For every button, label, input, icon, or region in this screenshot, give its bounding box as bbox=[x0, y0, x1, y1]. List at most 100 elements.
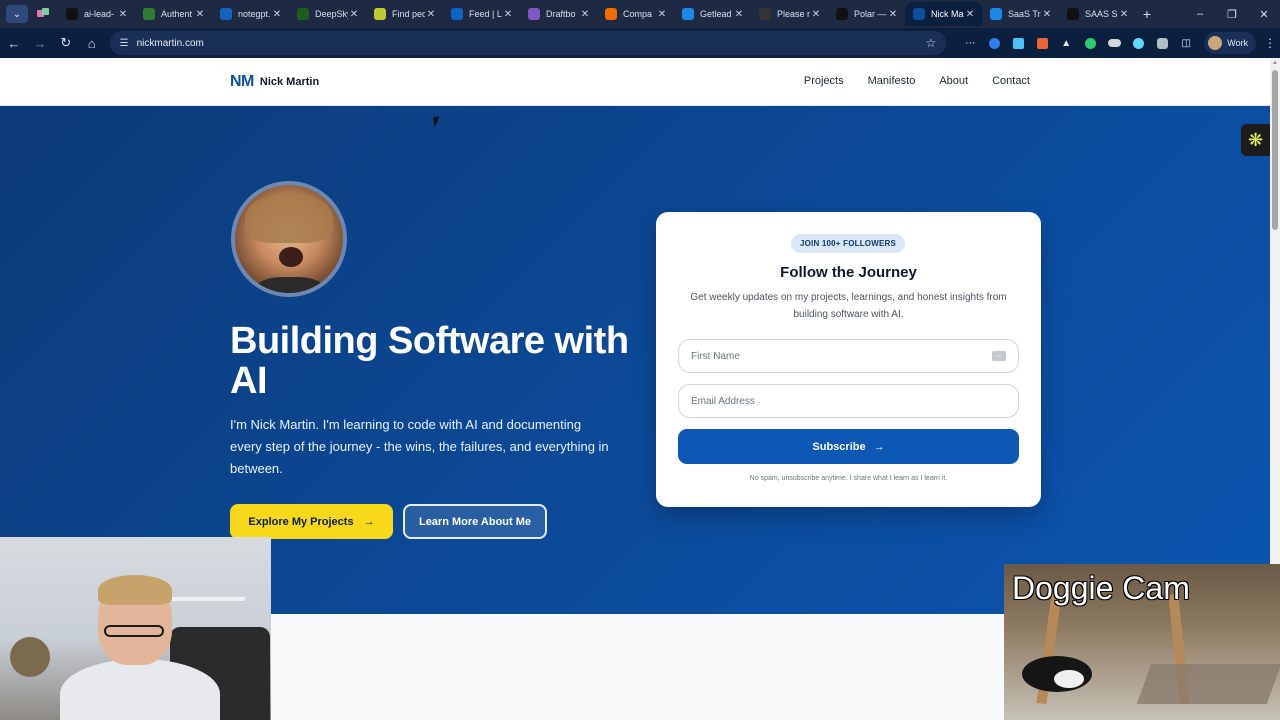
browser-tab[interactable]: Find pec ✕ bbox=[366, 2, 443, 26]
profile-label: Work bbox=[1227, 38, 1249, 48]
close-tab-icon[interactable]: ✕ bbox=[502, 9, 514, 20]
browser-tab[interactable]: Compa ✕ bbox=[597, 2, 674, 26]
first-name-field[interactable]: First Name ⋯ bbox=[678, 339, 1019, 373]
tab-group-icon[interactable] bbox=[34, 5, 52, 23]
subscribe-button[interactable]: Subscribe → bbox=[678, 429, 1019, 464]
arrow-icon bbox=[990, 8, 1002, 20]
close-tab-icon[interactable]: ✕ bbox=[425, 9, 437, 20]
close-tab-icon[interactable]: ✕ bbox=[733, 9, 745, 20]
nav-link-projects[interactable]: Projects bbox=[804, 75, 844, 87]
tab-title: DeepSky bbox=[315, 9, 348, 19]
g-icon bbox=[682, 8, 694, 20]
window-controls: – ❐ ✕ bbox=[1184, 0, 1280, 28]
scroll-up-icon[interactable]: ▲ bbox=[1272, 60, 1278, 66]
extension-blue-circle-icon[interactable] bbox=[984, 33, 1004, 53]
profile-avatar bbox=[1208, 36, 1223, 50]
browser-tab[interactable]: DeepSky ✕ bbox=[289, 2, 366, 26]
close-tab-icon[interactable]: ✕ bbox=[656, 9, 668, 20]
close-tab-icon[interactable]: ✕ bbox=[810, 9, 822, 20]
tab-title: Authent bbox=[161, 9, 193, 19]
browser-tab[interactable]: SaaS Tra✕ bbox=[982, 2, 1059, 26]
tab-search-chevron-icon[interactable]: ⌄ bbox=[6, 5, 28, 23]
close-tab-icon[interactable]: ✕ bbox=[348, 9, 360, 20]
extensions-row: ⋯ ▲ ◫ bbox=[960, 33, 1196, 53]
email-field[interactable]: Email Address bbox=[678, 384, 1019, 418]
browser-tab[interactable]: ai-lead- ✕ bbox=[58, 2, 135, 26]
email-placeholder: Email Address bbox=[691, 395, 755, 407]
bookmark-star-icon[interactable]: ☆ bbox=[925, 36, 936, 50]
home-icon[interactable]: ⌂ bbox=[80, 31, 104, 55]
chart-icon bbox=[297, 8, 309, 20]
browser-tab[interactable]: Getlead ✕ bbox=[674, 2, 751, 26]
logo-mark: NM bbox=[230, 73, 254, 90]
close-tab-icon[interactable]: ✕ bbox=[271, 9, 283, 20]
tab-title: ai-lead- bbox=[84, 9, 115, 19]
learn-more-label: Learn More About Me bbox=[418, 515, 532, 528]
browser-tab[interactable]: SAAS Si ✕ bbox=[1059, 2, 1136, 26]
tab-title: Compa bbox=[623, 9, 653, 19]
webcam-overlay bbox=[0, 537, 271, 720]
browser-tab[interactable]: notegpt. ✕ bbox=[212, 2, 289, 26]
extension-key-icon[interactable] bbox=[1008, 33, 1028, 53]
close-tab-icon[interactable]: ✕ bbox=[1041, 9, 1053, 20]
tab-title: Nick Ma bbox=[931, 9, 964, 19]
nav-link-about[interactable]: About bbox=[939, 75, 968, 87]
nav-link-contact[interactable]: Contact bbox=[992, 75, 1030, 87]
scrollbar-thumb[interactable] bbox=[1272, 70, 1278, 230]
forward-arrow-icon[interactable]: → bbox=[28, 31, 52, 55]
close-tab-icon[interactable]: ✕ bbox=[1118, 9, 1130, 20]
tab-title: Please r bbox=[777, 9, 810, 19]
grid-icon bbox=[374, 8, 386, 20]
browser-tab[interactable]: Feed | Li ✕ bbox=[443, 2, 520, 26]
subscribe-label: Subscribe bbox=[812, 440, 866, 453]
site-logo[interactable]: NM Nick Martin bbox=[230, 73, 319, 91]
newsletter-card: JOIN 100+ FOLLOWERS Follow the Journey G… bbox=[656, 212, 1041, 507]
extension-a-icon[interactable]: ▲ bbox=[1056, 33, 1076, 53]
profile-button[interactable]: Work bbox=[1204, 32, 1257, 54]
reload-icon[interactable]: ↻ bbox=[54, 31, 78, 55]
hero-title: Building Software with AI bbox=[230, 320, 629, 402]
close-tab-icon[interactable]: ✕ bbox=[579, 9, 591, 20]
back-arrow-icon[interactable]: ← bbox=[2, 31, 26, 55]
close-tab-icon[interactable]: ✕ bbox=[194, 9, 206, 20]
explore-projects-label: Explore My Projects bbox=[248, 515, 354, 528]
tab-title: SaaS Tra bbox=[1008, 9, 1041, 19]
url-text[interactable]: nickmartin.com bbox=[137, 38, 926, 49]
close-tab-icon[interactable]: ✕ bbox=[887, 9, 899, 20]
arrow-right-icon: → bbox=[363, 515, 375, 528]
close-window-button[interactable]: ✕ bbox=[1248, 8, 1280, 21]
extension-dots-icon[interactable]: ⋯ bbox=[960, 33, 980, 53]
globe-icon bbox=[220, 8, 232, 20]
extension-green-g-icon[interactable] bbox=[1080, 33, 1100, 53]
address-bar[interactable]: ☰ nickmartin.com ☆ bbox=[109, 31, 947, 55]
browser-tab[interactable]: Please r ✕ bbox=[751, 2, 828, 26]
browser-tab[interactable]: Nick Ma ✕ bbox=[905, 2, 982, 26]
password-manager-icon[interactable]: ⋯ bbox=[992, 351, 1006, 361]
extension-toggle-icon[interactable] bbox=[1104, 33, 1124, 53]
extension-fox-icon[interactable] bbox=[1032, 33, 1052, 53]
extension-react-icon[interactable] bbox=[1128, 33, 1148, 53]
site-settings-icon[interactable]: ☰ bbox=[120, 38, 129, 49]
learn-more-button[interactable]: Learn More About Me bbox=[403, 504, 547, 539]
site-nav: Projects Manifesto About Contact bbox=[804, 75, 1030, 87]
floating-widget-asterisk-icon[interactable]: ❋ bbox=[1241, 124, 1270, 156]
close-tab-icon[interactable]: ✕ bbox=[964, 9, 976, 20]
browser-tab[interactable]: Draftbo ✕ bbox=[520, 2, 597, 26]
browser-tab[interactable]: Polar — ✕ bbox=[828, 2, 905, 26]
extension-camera-icon[interactable] bbox=[1152, 33, 1172, 53]
logo-name: Nick Martin bbox=[259, 76, 320, 88]
restore-button[interactable]: ❐ bbox=[1216, 8, 1248, 21]
browser-tab[interactable]: Authent ✕ bbox=[135, 2, 212, 26]
triangle-icon bbox=[66, 8, 78, 20]
newsletter-note: No spam, unsubscribe anytime. I share wh… bbox=[749, 475, 948, 482]
new-tab-button[interactable]: + bbox=[1136, 6, 1158, 22]
tab-title: Getlead bbox=[700, 9, 732, 19]
extensions-puzzle-icon[interactable]: ◫ bbox=[1176, 33, 1196, 53]
arrow-right-icon: → bbox=[873, 440, 885, 453]
explore-projects-button[interactable]: Explore My Projects → bbox=[230, 504, 393, 539]
close-tab-icon[interactable]: ✕ bbox=[117, 9, 129, 20]
browser-menu-icon[interactable]: ⋮ bbox=[1260, 36, 1280, 50]
browser-tab-strip: ⌄ ai-lead- ✕ Authent ✕ notegpt. ✕ DeepSky ✕ Find… bbox=[0, 0, 1280, 28]
nav-link-manifesto[interactable]: Manifesto bbox=[868, 75, 916, 87]
minimize-button[interactable]: – bbox=[1184, 8, 1216, 20]
